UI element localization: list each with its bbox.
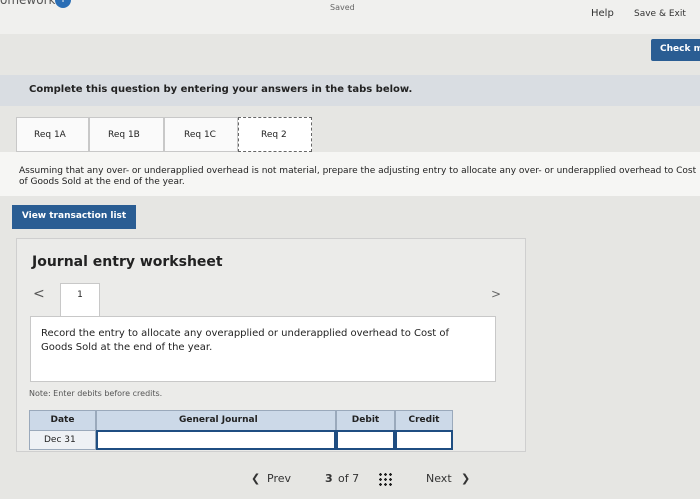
app-title: omework	[0, 0, 56, 7]
tab-req-1b[interactable]: Req 1B	[89, 117, 164, 152]
column-header-general-journal: General Journal	[96, 410, 336, 431]
prev-button[interactable]: Prev	[267, 472, 291, 485]
view-transaction-list-button[interactable]: View transaction list	[12, 205, 136, 229]
column-header-credit: Credit	[395, 410, 453, 431]
chevron-right-next-icon[interactable]: ❯	[461, 472, 470, 485]
help-link[interactable]: Help	[591, 8, 614, 19]
question-text: Assuming that any over- or underapplied …	[19, 166, 697, 187]
page-current: 3	[325, 472, 333, 485]
chevron-left-prev-icon[interactable]: ❮	[251, 472, 260, 485]
worksheet-title: Journal entry worksheet	[32, 254, 223, 270]
credit-input[interactable]	[395, 430, 453, 450]
tab-req-1c[interactable]: Req 1C	[164, 117, 238, 152]
note-text: Note: Enter debits before credits.	[29, 389, 163, 398]
saved-status: Saved	[330, 3, 355, 12]
instruction-text: Complete this question by entering your …	[29, 84, 413, 95]
page-total: of 7	[338, 472, 360, 485]
debit-input[interactable]	[336, 430, 395, 450]
check-my-work-button[interactable]: Check m	[651, 39, 700, 61]
column-header-debit: Debit	[336, 410, 395, 431]
entry-tab-1[interactable]: 1	[60, 283, 100, 317]
tab-req-2[interactable]: Req 2	[238, 117, 312, 152]
save-exit-link[interactable]: Save & Exit	[634, 9, 686, 19]
chevron-right-icon[interactable]: >	[491, 287, 501, 301]
record-entry-text: Record the entry to allocate any overapp…	[41, 328, 450, 353]
chevron-left-icon[interactable]: <	[33, 286, 45, 302]
row-date-cell: Dec 31	[29, 430, 96, 450]
next-button[interactable]: Next	[426, 472, 452, 485]
general-journal-input[interactable]	[96, 430, 336, 450]
grid-icon[interactable]	[378, 472, 392, 486]
column-header-date: Date	[29, 410, 96, 431]
tab-req-1a[interactable]: Req 1A	[16, 117, 89, 152]
